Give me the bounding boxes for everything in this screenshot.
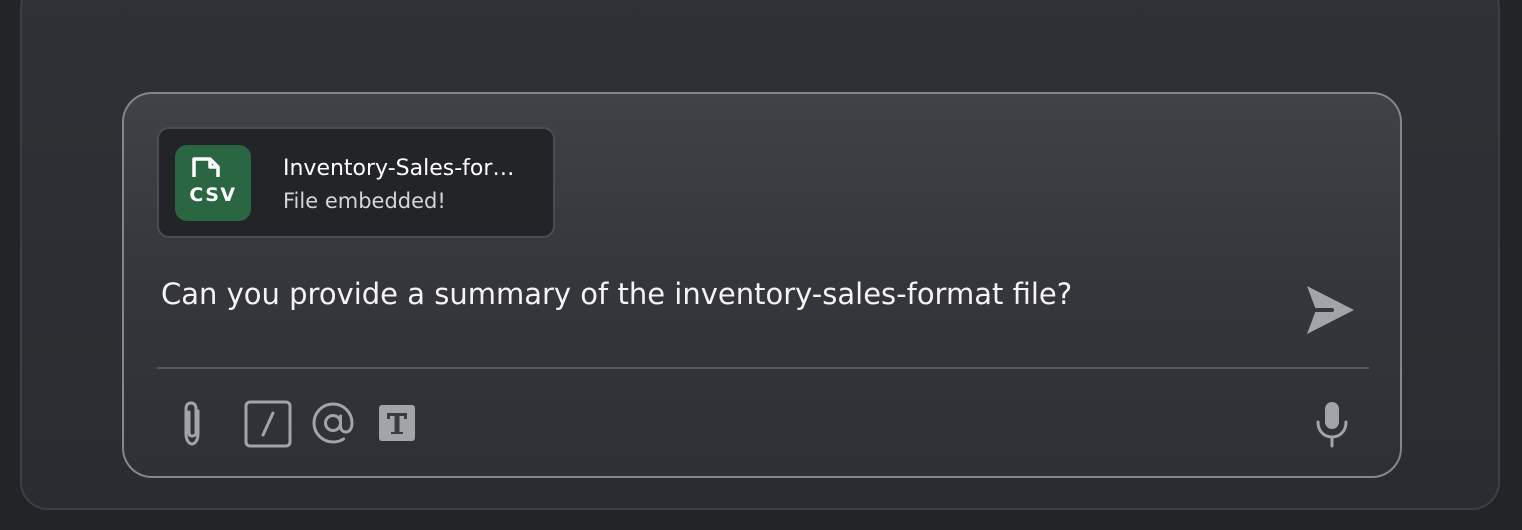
file-attachment-card[interactable]: CSV Inventory-Sales-for… File embedded! [157,127,555,238]
mention-button[interactable] [310,400,356,446]
message-composer: CSV Inventory-Sales-for… File embedded! … [122,92,1402,478]
file-type-label: CSV [189,184,236,206]
csv-file-thumbnail: CSV [175,145,251,221]
send-icon [1307,286,1354,334]
at-mention-icon [312,402,354,444]
composer-divider [157,367,1369,369]
csv-file-icon: CSV [189,157,236,206]
slash-command-button[interactable] [244,400,292,448]
slash-command-icon [244,400,292,448]
send-button[interactable] [1302,280,1358,336]
microphone-icon [1316,402,1348,448]
microphone-button[interactable] [1314,400,1350,448]
text-format-button[interactable] [377,403,417,443]
file-name: Inventory-Sales-for… [283,156,515,181]
message-input[interactable]: Can you provide a summary of the invento… [161,274,1281,314]
file-status: File embedded! [283,189,446,213]
attach-file-button[interactable] [176,398,208,448]
paperclip-icon [184,401,200,446]
text-format-icon [379,405,415,441]
